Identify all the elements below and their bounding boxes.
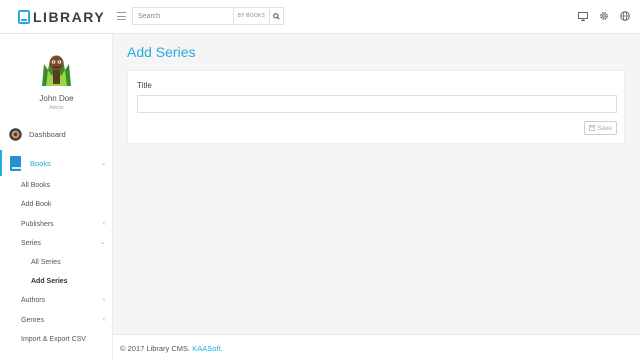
chevron-left-icon: ‹ [103,297,105,303]
search-input[interactable] [133,8,233,24]
chevron-down-icon: ⌄ [100,160,106,167]
sidebar: John Doe Admin Dashboard Books ⌄ All Boo… [0,34,113,360]
sidebar-item-label: Books [30,158,51,168]
library-logo-icon [18,10,30,24]
book-icon [10,155,21,171]
search-box: BY BOOKS [132,7,284,25]
sidebar-item-publishers[interactable]: Publishers [21,221,54,228]
sidebar-item-add-book[interactable]: Add Book [21,201,51,208]
footer: © 2017 Library CMS. KAASoft. [113,334,640,360]
floppy-disk-icon [589,125,596,131]
sidebar-item-import-export[interactable]: Import & Export CSV [21,336,86,343]
sidebar-item-books[interactable]: Books ⌄ [0,150,113,176]
gear-icon[interactable] [599,11,609,21]
add-series-form: Title Save [127,70,625,144]
sidebar-item-label: Dashboard [29,129,66,139]
user-role: Admin [49,105,64,111]
page-title: Add Series [127,44,196,60]
search-icon [273,12,280,20]
top-bar: LIBRARY BY BOOKS [0,0,640,34]
chevron-down-icon: ⌄ [99,240,105,246]
sidebar-item-all-books[interactable]: All Books [21,182,50,189]
user-avatar-icon [38,50,75,87]
top-icons [578,11,630,21]
sidebar-item-dashboard[interactable]: Dashboard [0,124,113,144]
search-scope-dropdown[interactable]: BY BOOKS [232,8,269,24]
sidebar-item-genres[interactable]: Genres [21,317,44,324]
menu-toggle-icon[interactable] [117,12,126,20]
dashboard-icon [9,127,22,141]
chevron-left-icon: ‹ [103,317,105,323]
sidebar-item-all-series[interactable]: All Series [31,259,61,266]
title-label: Title [137,81,152,90]
footer-link[interactable]: KAASoft. [192,344,222,353]
save-label: Save [597,124,612,132]
search-button[interactable] [269,8,283,24]
globe-icon[interactable] [620,11,630,21]
chevron-left-icon: ‹ [103,221,105,227]
footer-text: © 2017 Library CMS. KAASoft. [120,344,223,353]
brand-logo[interactable]: LIBRARY [18,9,105,25]
title-field[interactable] [137,95,617,113]
avatar[interactable] [38,50,75,87]
monitor-icon[interactable] [578,11,588,21]
sidebar-item-add-series[interactable]: Add Series [31,278,68,285]
user-name: John Doe [39,94,74,103]
save-button[interactable]: Save [584,121,617,135]
sidebar-item-series[interactable]: Series [21,240,41,247]
brand-name: LIBRARY [33,9,106,25]
copyright-text: © 2017 Library CMS. [120,344,191,353]
sidebar-item-authors[interactable]: Authors [21,297,45,304]
